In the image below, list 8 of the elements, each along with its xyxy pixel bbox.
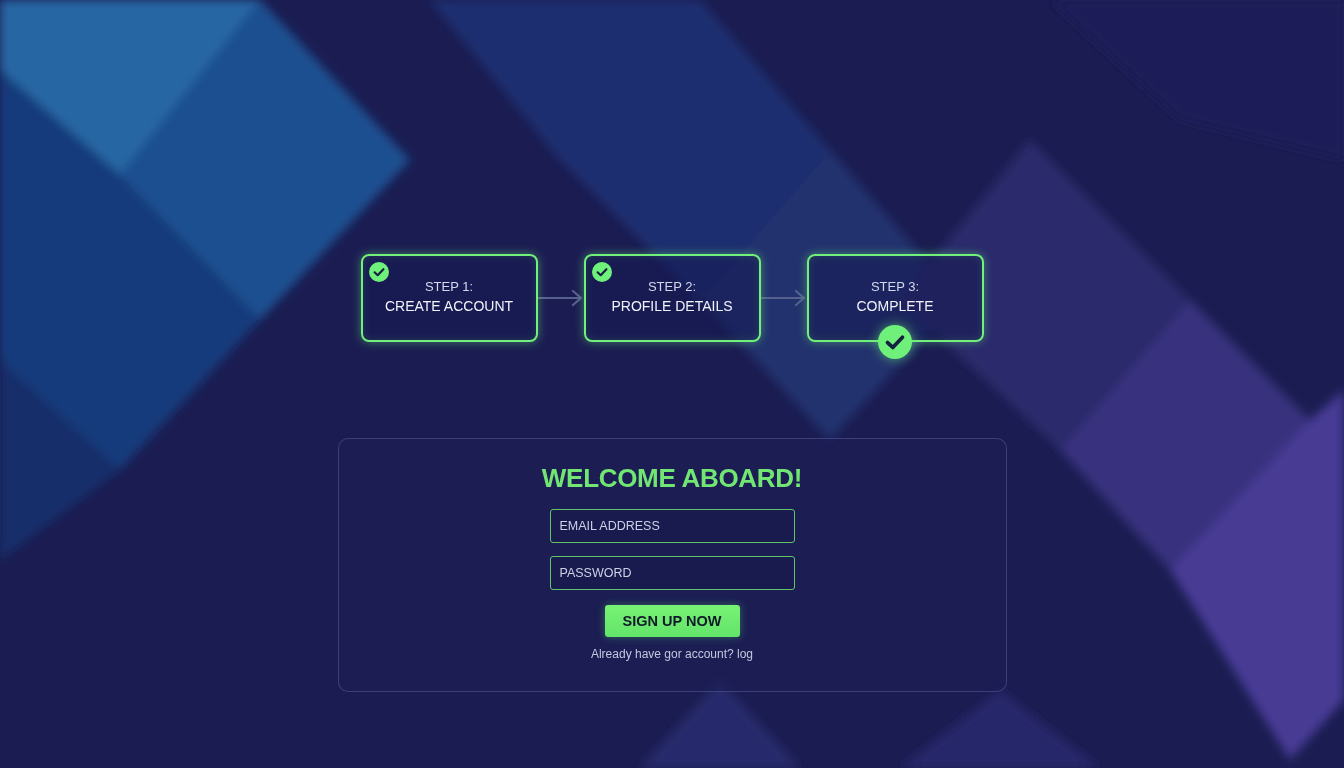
welcome-heading: WELCOME ABOARD! bbox=[541, 463, 803, 493]
step-label: STEP 1: bbox=[424, 279, 474, 295]
step-title: COMPLETE bbox=[856, 298, 934, 315]
login-prompt: Already have gor account? log bbox=[590, 647, 754, 662]
step-label: STEP 3: bbox=[870, 279, 920, 295]
step-label: STEP 2: bbox=[647, 279, 697, 295]
step-title: PROFILE DETAILS bbox=[611, 298, 733, 315]
step-title: CREATE ACCOUNT bbox=[384, 298, 514, 315]
